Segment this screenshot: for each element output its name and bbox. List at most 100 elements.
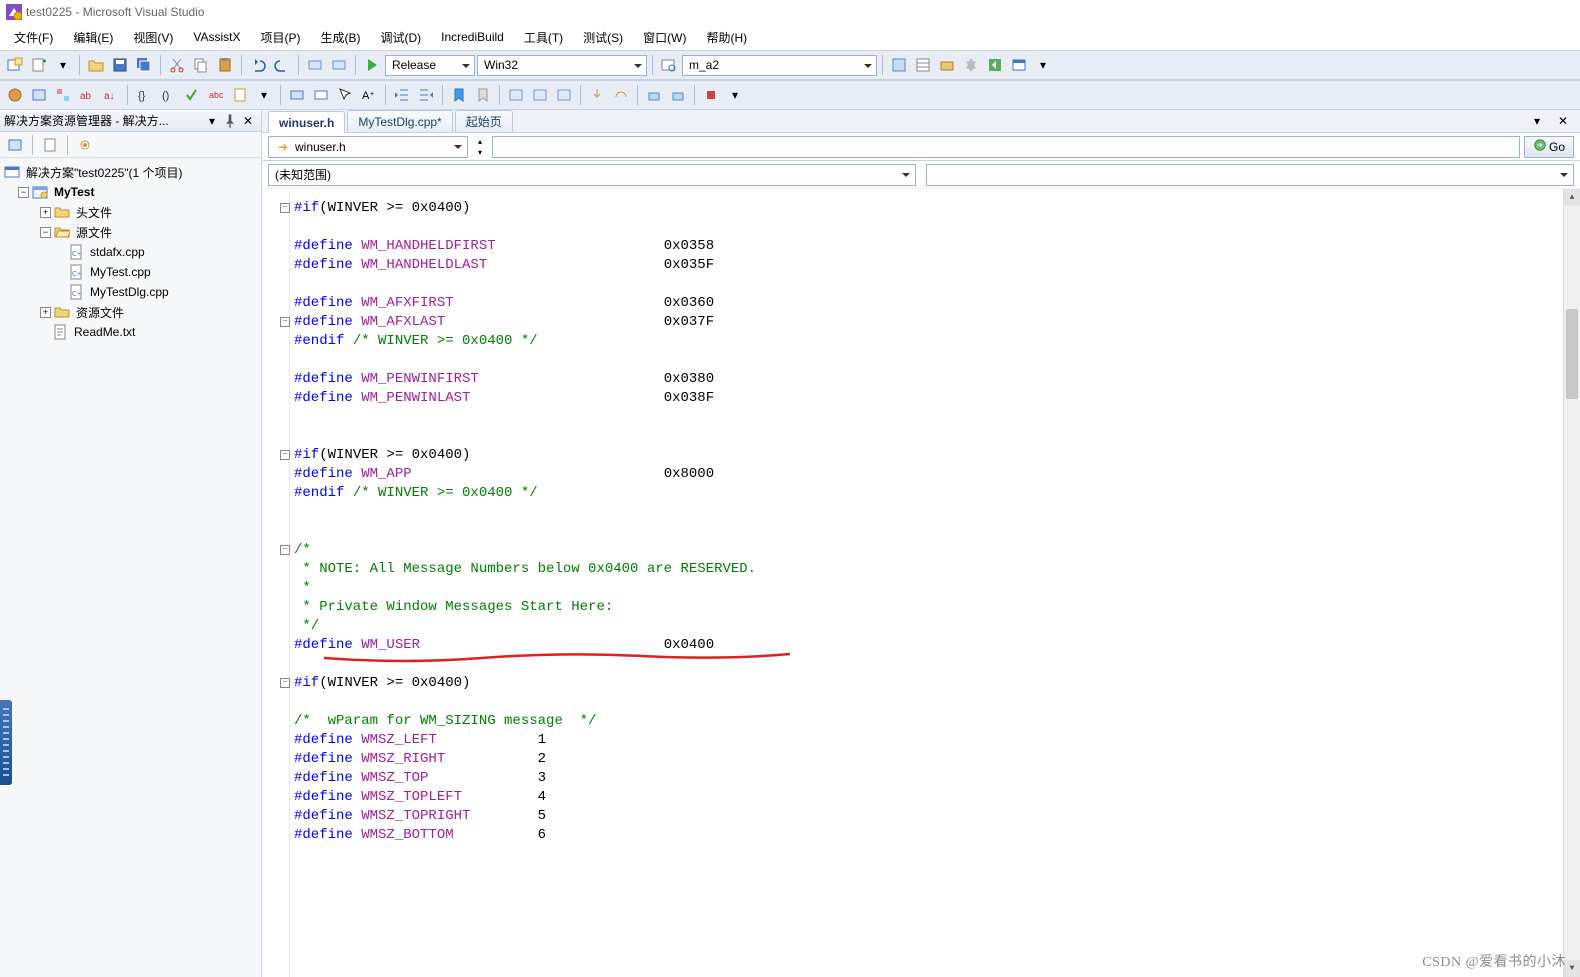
- file-readme[interactable]: ReadMe.txt: [38, 322, 259, 342]
- menu-item[interactable]: VAssistX: [185, 26, 248, 48]
- menu-item[interactable]: 项目(P): [252, 25, 308, 50]
- config-combo[interactable]: Release: [385, 55, 475, 76]
- goto-impl-icon[interactable]: a↓: [100, 84, 122, 106]
- build2-icon[interactable]: [667, 84, 689, 106]
- new-project-icon[interactable]: [4, 54, 26, 76]
- cursor-icon[interactable]: [334, 84, 356, 106]
- more-icon[interactable]: ▾: [1032, 54, 1054, 76]
- editor-tab[interactable]: 起始页: [455, 110, 513, 132]
- menu-item[interactable]: 文件(F): [6, 25, 61, 50]
- goto-def-icon[interactable]: ab: [76, 84, 98, 106]
- tab-dropdown-icon[interactable]: ▾: [1526, 110, 1548, 132]
- folder-headers[interactable]: +头文件: [38, 202, 259, 222]
- file-combo[interactable]: ➜ winuser.h: [268, 136, 468, 158]
- expand-icon[interactable]: +: [40, 207, 51, 218]
- class-view-icon[interactable]: [28, 84, 50, 106]
- window3-icon[interactable]: [553, 84, 575, 106]
- step-over-icon[interactable]: [610, 84, 632, 106]
- fold-toggle[interactable]: −: [280, 203, 290, 213]
- menu-item[interactable]: 视图(V): [125, 25, 181, 50]
- build-icon[interactable]: [643, 84, 665, 106]
- nav-next-icon[interactable]: ▾: [472, 147, 488, 158]
- file-node[interactable]: C+MyTestDlg.cpp: [66, 282, 259, 302]
- solution-tree[interactable]: 解决方案"test0225"(1 个项目) − MyTest +头文件: [0, 158, 261, 977]
- home-icon[interactable]: [4, 134, 26, 156]
- editor-tab[interactable]: MyTestDlg.cpp*: [347, 110, 452, 132]
- fold-toggle[interactable]: −: [280, 317, 290, 327]
- expand-icon[interactable]: +: [40, 307, 51, 318]
- check-icon[interactable]: [181, 84, 203, 106]
- refactor-icon[interactable]: [52, 84, 74, 106]
- nav-back-icon[interactable]: [304, 54, 326, 76]
- window2-icon[interactable]: [529, 84, 551, 106]
- save-all-icon[interactable]: [133, 54, 155, 76]
- pin-icon[interactable]: [221, 112, 239, 130]
- toolbox-icon[interactable]: [936, 54, 958, 76]
- nav-prev-icon[interactable]: ▴: [472, 136, 488, 147]
- spell-icon[interactable]: abc: [205, 84, 227, 106]
- uncomment-icon[interactable]: [310, 84, 332, 106]
- fold-toggle[interactable]: −: [280, 545, 290, 555]
- stop-build-icon[interactable]: [700, 84, 722, 106]
- window-icon[interactable]: [1008, 54, 1030, 76]
- bookmark-icon[interactable]: [448, 84, 470, 106]
- menu-item[interactable]: IncrediBuild: [433, 26, 512, 48]
- dropdown-icon[interactable]: ▾: [52, 54, 74, 76]
- scroll-down-icon[interactable]: ▼: [1564, 960, 1580, 977]
- doc-icon[interactable]: [229, 84, 251, 106]
- more3-icon[interactable]: ▾: [724, 84, 746, 106]
- project-node[interactable]: − MyTest: [16, 182, 259, 202]
- menu-item[interactable]: 测试(S): [575, 25, 631, 50]
- properties-icon[interactable]: [912, 54, 934, 76]
- go-button[interactable]: Go: [1524, 136, 1574, 158]
- file-node[interactable]: C+MyTest.cpp: [66, 262, 259, 282]
- menu-item[interactable]: 调试(D): [372, 25, 429, 50]
- window1-icon[interactable]: [505, 84, 527, 106]
- font-inc-icon[interactable]: A+: [358, 84, 380, 106]
- tab-close-icon[interactable]: ✕: [1552, 110, 1574, 132]
- folder-sources[interactable]: −源文件: [38, 222, 259, 242]
- platform-combo[interactable]: Win32: [477, 55, 647, 76]
- collapse-icon[interactable]: −: [40, 227, 51, 238]
- vertical-scrollbar[interactable]: ▲ ▼: [1563, 189, 1580, 977]
- open-icon[interactable]: [85, 54, 107, 76]
- search-combo[interactable]: m_a2: [682, 55, 877, 76]
- close-icon[interactable]: ✕: [239, 112, 257, 130]
- member-combo[interactable]: [492, 136, 1520, 158]
- menu-item[interactable]: 窗口(W): [635, 25, 694, 50]
- start-debug-icon[interactable]: [361, 54, 383, 76]
- more2-icon[interactable]: ▾: [253, 84, 275, 106]
- show-all-icon[interactable]: [39, 134, 61, 156]
- dropdown-icon[interactable]: ▾: [203, 112, 221, 130]
- paren-icon[interactable]: (): [157, 84, 179, 106]
- scroll-up-icon[interactable]: ▲: [1564, 189, 1580, 206]
- cut-icon[interactable]: [166, 54, 188, 76]
- options-icon[interactable]: [960, 54, 982, 76]
- code-editor[interactable]: −−−−− #if(WINVER >= 0x0400) #define WM_H…: [262, 189, 1580, 977]
- menu-item[interactable]: 帮助(H): [698, 25, 755, 50]
- refresh-icon[interactable]: [74, 134, 96, 156]
- docked-tab[interactable]: [0, 700, 12, 785]
- brace-icon[interactable]: {}: [133, 84, 155, 106]
- find-icon[interactable]: [658, 54, 680, 76]
- menu-item[interactable]: 生成(B): [312, 25, 368, 50]
- member-combo-2[interactable]: [926, 164, 1574, 186]
- comment-icon[interactable]: [286, 84, 308, 106]
- solution-explorer-icon[interactable]: [888, 54, 910, 76]
- save-icon[interactable]: [109, 54, 131, 76]
- menu-item[interactable]: 工具(T): [516, 25, 571, 50]
- menu-item[interactable]: 编辑(E): [65, 25, 121, 50]
- redo-icon[interactable]: [271, 54, 293, 76]
- paste-icon[interactable]: [214, 54, 236, 76]
- va-icon[interactable]: [4, 84, 26, 106]
- collapse-icon[interactable]: −: [18, 187, 29, 198]
- scrollbar-thumb[interactable]: [1566, 309, 1578, 399]
- folder-resources[interactable]: +资源文件: [38, 302, 259, 322]
- file-node[interactable]: C+stdafx.cpp: [66, 242, 259, 262]
- indent-dec-icon[interactable]: [391, 84, 413, 106]
- fold-toggle[interactable]: −: [280, 450, 290, 460]
- step-into-icon[interactable]: [586, 84, 608, 106]
- copy-icon[interactable]: [190, 54, 212, 76]
- bookmark-clear-icon[interactable]: [472, 84, 494, 106]
- indent-inc-icon[interactable]: [415, 84, 437, 106]
